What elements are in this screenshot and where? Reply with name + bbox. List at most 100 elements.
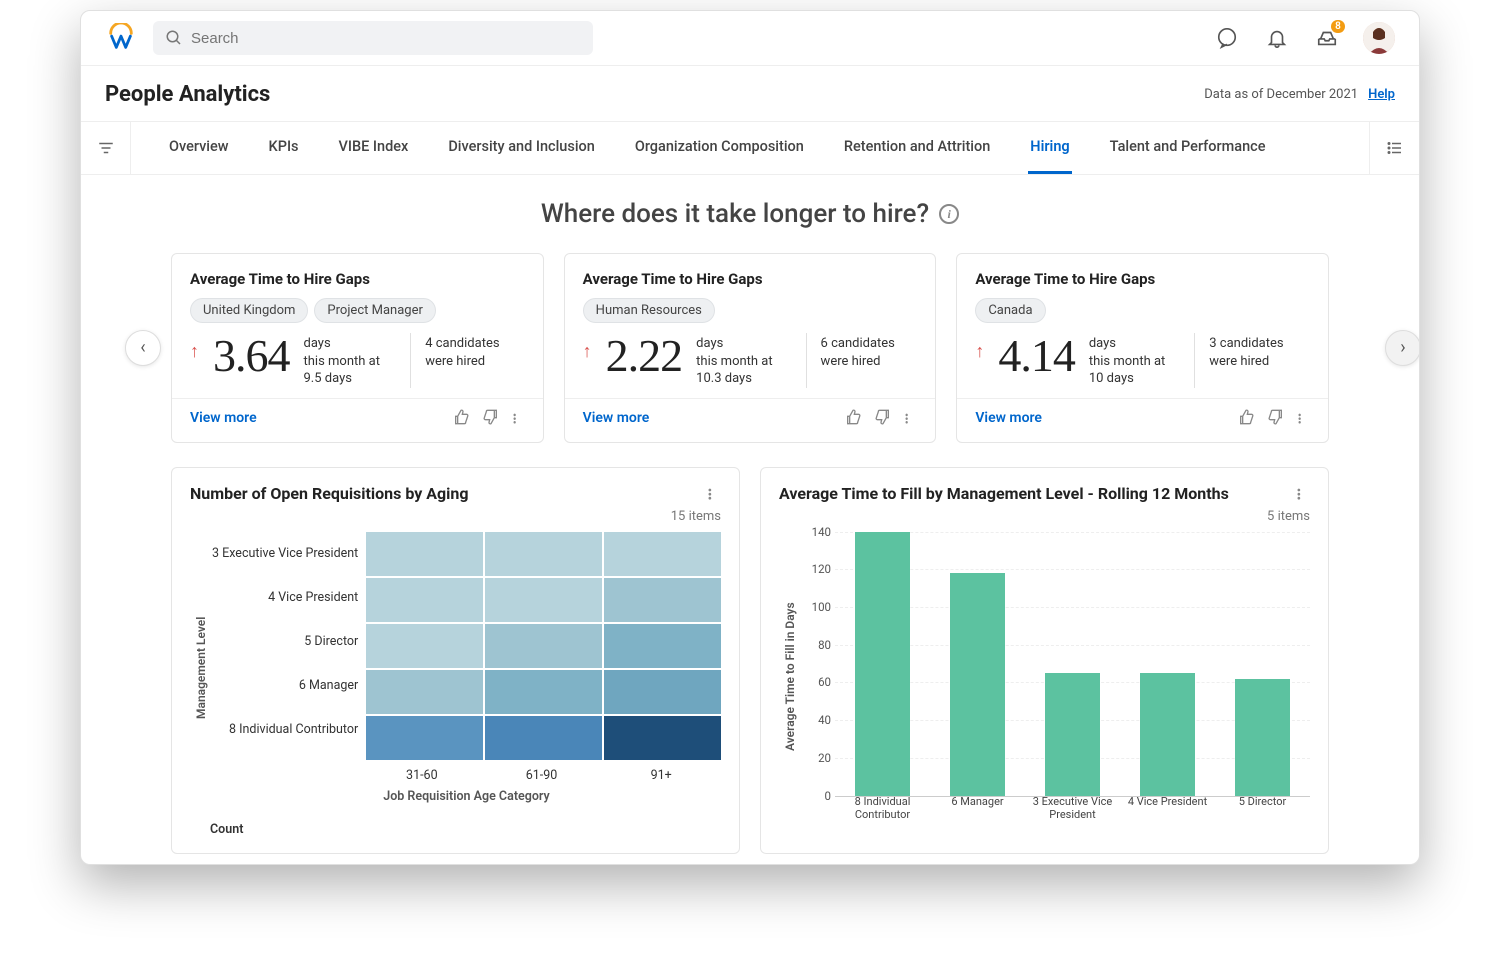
info-icon[interactable]: i bbox=[939, 204, 959, 224]
bar bbox=[950, 573, 1005, 796]
panel-title: Average Time to Fill by Management Level… bbox=[779, 484, 1229, 503]
panel-time-to-fill: Average Time to Fill by Management Level… bbox=[760, 467, 1329, 854]
view-more-link[interactable]: View more bbox=[975, 410, 1042, 426]
heatmap-cell bbox=[485, 716, 602, 760]
chat-icon[interactable] bbox=[1213, 24, 1241, 52]
filter-chip[interactable]: United Kingdom bbox=[190, 298, 308, 323]
thumbs-up-icon[interactable] bbox=[1238, 409, 1254, 428]
barchart-y-tick: 120 bbox=[805, 562, 831, 576]
barchart-y-tick: 140 bbox=[805, 525, 831, 539]
tab-organization-composition[interactable]: Organization Composition bbox=[633, 122, 806, 174]
heatmap-grid bbox=[366, 532, 721, 760]
inbox-icon[interactable]: 8 bbox=[1313, 24, 1341, 52]
tab-overview[interactable]: Overview bbox=[167, 122, 231, 174]
tab-diversity-and-inclusion[interactable]: Diversity and Inclusion bbox=[446, 122, 596, 174]
app-logo[interactable] bbox=[105, 22, 137, 54]
heatmap-cell bbox=[604, 624, 721, 668]
heatmap-cell bbox=[485, 578, 602, 622]
tab-retention-and-attrition[interactable]: Retention and Attrition bbox=[842, 122, 992, 174]
tab-vibe-index[interactable]: VIBE Index bbox=[337, 122, 411, 174]
hire-gap-card: Average Time to Hire Gaps United KingdomP… bbox=[171, 253, 544, 443]
heatmap-cell bbox=[604, 578, 721, 622]
barchart-x-tick: 3 Executive Vice President bbox=[1025, 796, 1120, 821]
view-more-link[interactable]: View more bbox=[583, 410, 650, 426]
card-menu-icon[interactable]: … bbox=[513, 409, 525, 428]
heatmap-cell bbox=[366, 670, 483, 714]
card-menu-icon[interactable]: … bbox=[1298, 409, 1310, 428]
barchart-x-tick: 8 Individual Contributor bbox=[835, 796, 930, 821]
panel-items-count: 15 items bbox=[190, 509, 721, 524]
card-menu-icon[interactable]: … bbox=[905, 409, 917, 428]
metric-value: 2.22 bbox=[606, 333, 683, 379]
bar bbox=[1045, 673, 1100, 796]
barchart-y-tick: 0 bbox=[805, 789, 831, 803]
thumbs-up-icon[interactable] bbox=[453, 409, 469, 428]
heatmap-cell bbox=[604, 716, 721, 760]
notifications-icon[interactable] bbox=[1263, 24, 1291, 52]
barchart-x-tick: 6 Manager bbox=[930, 796, 1025, 821]
heatmap-x-tick: 91+ bbox=[601, 768, 721, 783]
page-title: People Analytics bbox=[105, 82, 270, 107]
bar bbox=[1235, 679, 1290, 796]
bar bbox=[855, 532, 910, 796]
thumbs-up-icon[interactable] bbox=[845, 409, 861, 428]
section-heading: Where does it take longer to hire? i bbox=[81, 199, 1419, 229]
metric-description: daysthis month at 10 days bbox=[1089, 333, 1195, 388]
filter-chip[interactable]: Human Resources bbox=[583, 298, 715, 323]
tabs-row: Overview KPIs VIBE Index Diversity and Incl… bbox=[81, 122, 1419, 175]
hired-count: 6 candidates were hired bbox=[821, 333, 918, 370]
carousel-prev-button[interactable]: ‹ bbox=[125, 330, 161, 366]
tab-kpis[interactable]: KPIs bbox=[267, 122, 301, 174]
metric-description: daysthis month at 10.3 days bbox=[696, 333, 806, 388]
barchart-y-tick: 80 bbox=[805, 638, 831, 652]
panel-menu-button[interactable]: … bbox=[1296, 484, 1310, 505]
barchart-yaxis-label: Average Time to Fill in Days bbox=[779, 532, 801, 822]
metric-value: 3.64 bbox=[213, 333, 290, 379]
help-link[interactable]: Help bbox=[1368, 87, 1395, 102]
heatmap-cell bbox=[366, 532, 483, 576]
view-more-link[interactable]: View more bbox=[190, 410, 257, 426]
avatar[interactable] bbox=[1363, 22, 1395, 54]
barchart-plot: 020406080100120140 8 Individual Contribu… bbox=[801, 532, 1310, 822]
hire-gap-card: Average Time to Hire Gaps Human Resources… bbox=[564, 253, 937, 443]
search-box[interactable] bbox=[153, 21, 593, 55]
hired-count: 4 candidates were hired bbox=[425, 333, 524, 370]
search-input[interactable] bbox=[191, 30, 581, 47]
heatmap-xaxis-label: Job Requisition Age Category bbox=[212, 789, 721, 804]
barchart-y-tick: 20 bbox=[805, 751, 831, 765]
filter-chip[interactable]: Project Manager bbox=[314, 298, 435, 323]
trend-up-icon: ↑ bbox=[583, 341, 592, 362]
thumbs-down-icon[interactable] bbox=[875, 409, 891, 428]
topbar: 8 bbox=[81, 11, 1419, 66]
tab-hiring[interactable]: Hiring bbox=[1028, 122, 1071, 174]
metric-value: 4.14 bbox=[998, 333, 1075, 379]
heatmap-x-tick: 31-60 bbox=[362, 768, 482, 783]
carousel-next-button[interactable]: › bbox=[1385, 330, 1420, 366]
metric-description: daysthis month at 9.5 days bbox=[304, 333, 412, 388]
heatmap-y-tick: 4 Vice President bbox=[212, 576, 358, 620]
panel-menu-button[interactable]: … bbox=[707, 484, 721, 505]
thumbs-down-icon[interactable] bbox=[483, 409, 499, 428]
titlebar: People Analytics Data as of December 202… bbox=[81, 66, 1419, 122]
thumbs-down-icon[interactable] bbox=[1268, 409, 1284, 428]
barchart-y-tick: 60 bbox=[805, 675, 831, 689]
heatmap-cell bbox=[366, 624, 483, 668]
filter-chip[interactable]: Canada bbox=[975, 298, 1045, 323]
heatmap-yaxis-label: Management Level bbox=[190, 532, 212, 804]
tab-talent-and-performance[interactable]: Talent and Performance bbox=[1108, 122, 1268, 174]
hire-gap-card: Average Time to Hire GapsCanada↑4.14days… bbox=[956, 253, 1329, 443]
heatmap-y-tick: 6 Manager bbox=[212, 664, 358, 708]
heatmap-legend-label: Count bbox=[210, 822, 721, 837]
heatmap-cell bbox=[366, 716, 483, 760]
filter-icon[interactable] bbox=[81, 122, 131, 174]
heatmap-cell bbox=[485, 624, 602, 668]
card-title: Average Time to Hire Gaps bbox=[583, 270, 918, 288]
heatmap-y-tick: 5 Director bbox=[212, 620, 358, 664]
panel-open-requisitions: Number of Open Requisitions by Aging … 1… bbox=[171, 467, 740, 854]
cards-row: ‹ › Average Time to Hire Gaps United King… bbox=[81, 253, 1419, 443]
card-title: Average Time to Hire Gaps bbox=[190, 270, 525, 288]
list-view-icon[interactable] bbox=[1369, 122, 1419, 174]
heatmap-x-tick: 61-90 bbox=[482, 768, 602, 783]
barchart-y-tick: 40 bbox=[805, 713, 831, 727]
heatmap-cell bbox=[604, 532, 721, 576]
